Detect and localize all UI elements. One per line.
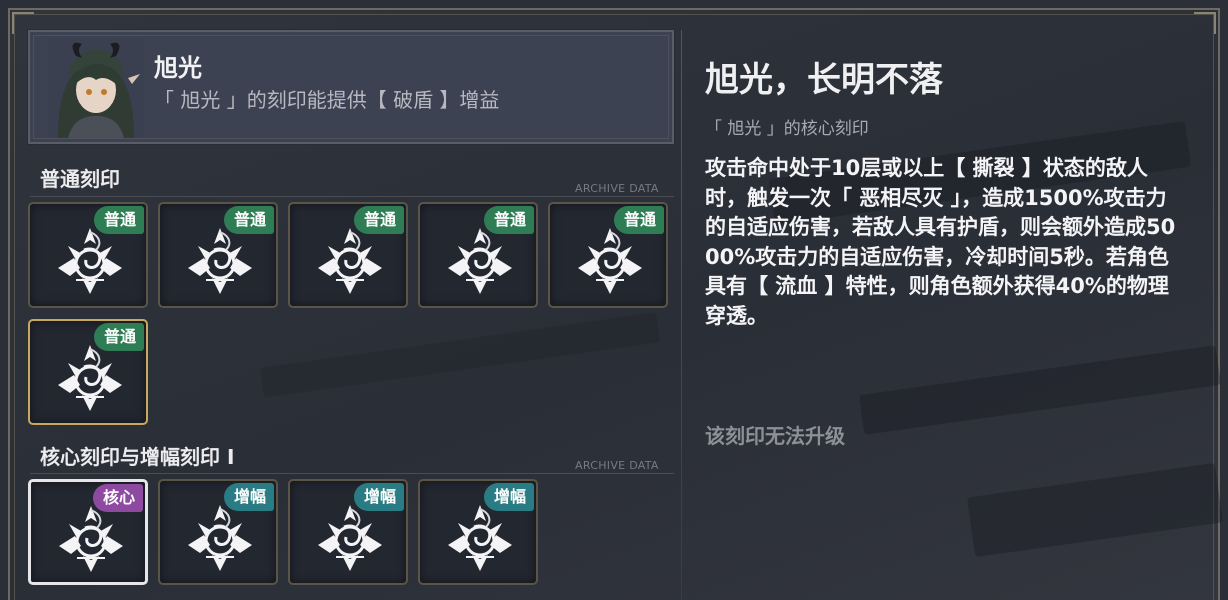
imprint-upgrade-note: 该刻印无法升级 bbox=[705, 424, 845, 448]
imprint-detail-subtitle: 「 旭光 」的核心刻印 bbox=[705, 119, 869, 139]
imprint-slot[interactable]: 普通 bbox=[28, 202, 148, 308]
imprint-emblem-icon bbox=[184, 501, 256, 573]
panel-divider bbox=[681, 30, 682, 600]
imprint-type-badge: 普通 bbox=[353, 206, 404, 234]
imprint-slot[interactable]: 普通 bbox=[158, 202, 278, 308]
imprint-detail-title: 旭光，长明不落 bbox=[705, 60, 943, 100]
section-divider bbox=[30, 196, 674, 197]
imprint-slot[interactable]: 普通 bbox=[28, 319, 148, 425]
frame-corner-ornament bbox=[1194, 12, 1216, 34]
imprint-emblem-icon bbox=[54, 224, 126, 296]
imprint-emblem-icon bbox=[444, 224, 516, 296]
archive-data-label: ARCHIVE DATA bbox=[575, 182, 659, 195]
character-imprint-buff-text: 「 旭光 」的刻印能提供【 破盾 】增益 bbox=[154, 88, 500, 112]
imprint-emblem-icon bbox=[184, 224, 256, 296]
imprint-slot[interactable]: 普通 bbox=[288, 202, 408, 308]
imprint-emblem-icon bbox=[314, 224, 386, 296]
imprint-slot[interactable]: 普通 bbox=[548, 202, 668, 308]
imprint-type-badge: 增幅 bbox=[353, 483, 404, 511]
section-title-normal: 普通刻印 bbox=[40, 167, 120, 191]
imprint-type-badge: 普通 bbox=[93, 206, 144, 234]
imprint-slot[interactable]: 核心 bbox=[28, 479, 148, 585]
section-divider bbox=[30, 473, 674, 474]
imprint-emblem-icon bbox=[314, 501, 386, 573]
imprint-type-badge: 增幅 bbox=[223, 483, 274, 511]
character-header-card: 旭光 「 旭光 」的刻印能提供【 破盾 】增益 bbox=[27, 29, 675, 145]
imprint-type-badge: 普通 bbox=[223, 206, 274, 234]
imprint-type-badge: 普通 bbox=[483, 206, 534, 234]
archive-data-label: ARCHIVE DATA bbox=[575, 459, 659, 472]
imprint-emblem-icon bbox=[444, 501, 516, 573]
character-portrait bbox=[48, 38, 144, 138]
character-name: 旭光 bbox=[154, 54, 202, 82]
imprint-slot[interactable]: 普通 bbox=[418, 202, 538, 308]
imprint-type-badge: 增幅 bbox=[483, 483, 534, 511]
imprint-slot[interactable]: 增幅 bbox=[288, 479, 408, 585]
imprint-slot[interactable]: 增幅 bbox=[158, 479, 278, 585]
imprint-emblem-icon bbox=[574, 224, 646, 296]
imprint-type-badge: 普通 bbox=[93, 323, 144, 351]
imprint-emblem-icon bbox=[54, 341, 126, 413]
imprint-slot[interactable]: 增幅 bbox=[418, 479, 538, 585]
section-title-core: 核心刻印与增幅刻印 I bbox=[40, 445, 235, 469]
imprint-emblem-icon bbox=[55, 502, 127, 574]
imprint-detail-description: 攻击命中处于10层或以上【 撕裂 】状态的敌人时，触发一次「 恶相尽灭 」，造成… bbox=[705, 156, 1176, 328]
imprint-type-badge: 普通 bbox=[613, 206, 664, 234]
imprint-type-badge: 核心 bbox=[92, 484, 143, 512]
